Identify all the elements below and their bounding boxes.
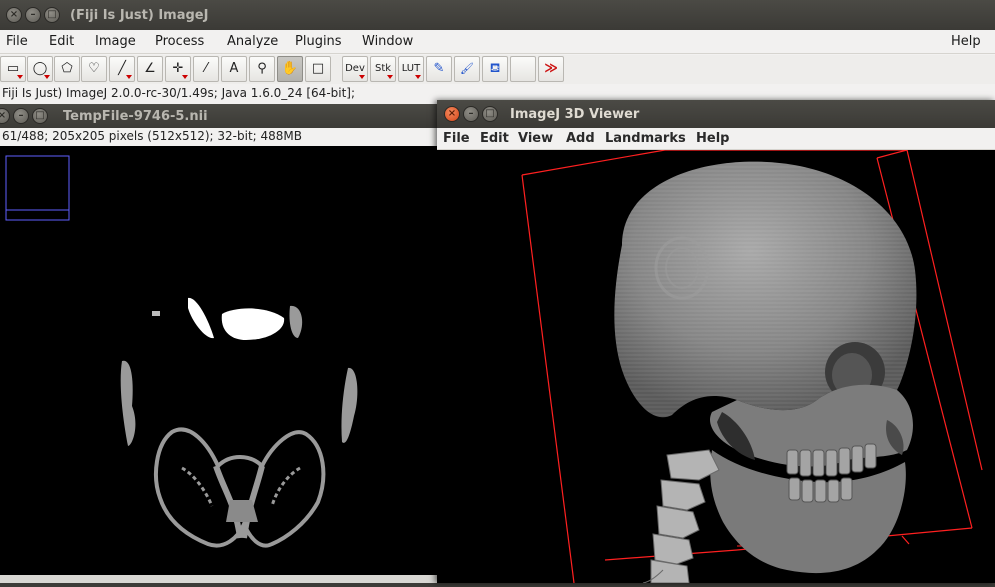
viewer-menu-file[interactable]: File (443, 131, 470, 146)
rectangle-tool[interactable]: ▭ (0, 56, 26, 82)
image-titlebar[interactable]: × – □ TempFile-9746-5.nii (0, 104, 440, 128)
point-tool[interactable]: ✛ (165, 56, 191, 82)
image-window: × – □ TempFile-9746-5.nii 61/488; 205x20… (0, 104, 440, 583)
viewer-menu-add[interactable]: Add (566, 131, 595, 146)
main-toolbar: ▭ ◯ ⬠ ♡ ╱ ∠ ✛ ⁄ A ⚲ ✋ □ Dev Stk LUT ✎ 🖌 … (0, 55, 995, 84)
viewer-menu-edit[interactable]: Edit (480, 131, 509, 146)
viewer-titlebar[interactable]: × – □ ImageJ 3D Viewer (437, 100, 995, 128)
brush-tool[interactable]: 🖌 (454, 56, 480, 82)
flood-fill-tool[interactable]: ⛾ (482, 56, 508, 82)
menu-process[interactable]: Process (155, 34, 204, 49)
menu-help[interactable]: Help (951, 34, 981, 49)
stk-tool[interactable]: Stk (370, 56, 396, 82)
text-tool[interactable]: A (221, 56, 247, 82)
3d-render-canvas[interactable]: 50 (437, 150, 995, 583)
magnifier-tool[interactable]: ⚲ (249, 56, 275, 82)
menu-image[interactable]: Image (95, 34, 136, 49)
minimize-icon[interactable]: – (463, 106, 479, 122)
close-icon[interactable]: × (6, 7, 22, 23)
imagej-main-window: × – □ (Fiji Is Just) ImageJ File Edit Im… (0, 0, 995, 104)
maximize-icon[interactable]: □ (482, 106, 498, 122)
empty-tool-slot[interactable] (510, 56, 536, 82)
color-picker-tool[interactable]: □ (305, 56, 331, 82)
image-info-bar: 61/488; 205x205 pixels (512x512); 32-bit… (0, 128, 440, 146)
close-icon[interactable]: × (444, 106, 460, 122)
viewer-menubar: File Edit View Add Landmarks Help (437, 128, 995, 150)
pencil-tool[interactable]: ✎ (426, 56, 452, 82)
main-menubar: File Edit Image Process Analyze Plugins … (0, 30, 995, 54)
more-tools-button[interactable]: ≫ (538, 56, 564, 82)
maximize-icon[interactable]: □ (44, 7, 60, 23)
hand-tool[interactable]: ✋ (277, 56, 303, 82)
line-tool[interactable]: ╱ (109, 56, 135, 82)
menu-edit[interactable]: Edit (49, 34, 74, 49)
viewer-menu-help[interactable]: Help (696, 131, 729, 146)
image-window-title: TempFile-9746-5.nii (63, 109, 208, 124)
lut-tool[interactable]: LUT (398, 56, 424, 82)
viewer-menu-landmarks[interactable]: Landmarks (605, 131, 686, 146)
angle-tool[interactable]: ∠ (137, 56, 163, 82)
viewer-window-title: ImageJ 3D Viewer (510, 107, 640, 122)
oval-tool[interactable]: ◯ (27, 56, 53, 82)
ct-slice-image (5, 155, 358, 548)
image-window-scrollbar[interactable] (0, 575, 440, 583)
main-window-title: (Fiji Is Just) ImageJ (70, 8, 209, 23)
menu-file[interactable]: File (6, 34, 28, 49)
3d-viewer-window: × – □ ImageJ 3D Viewer File Edit View Ad… (437, 100, 995, 583)
close-icon[interactable]: × (0, 108, 10, 124)
menu-analyze[interactable]: Analyze (227, 34, 278, 49)
dev-tool[interactable]: Dev (342, 56, 368, 82)
menu-plugins[interactable]: Plugins (295, 34, 342, 49)
wand-tool[interactable]: ⁄ (193, 56, 219, 82)
main-titlebar[interactable]: × – □ (Fiji Is Just) ImageJ (0, 0, 995, 30)
maximize-icon[interactable]: □ (32, 108, 48, 124)
cervical-spine (642, 449, 720, 583)
minimize-icon[interactable]: – (13, 108, 29, 124)
polygon-tool[interactable]: ⬠ (54, 56, 80, 82)
freehand-tool[interactable]: ♡ (81, 56, 107, 82)
image-canvas[interactable] (0, 146, 440, 583)
minimize-icon[interactable]: – (25, 7, 41, 23)
menu-window[interactable]: Window (362, 34, 413, 49)
viewer-menu-view[interactable]: View (518, 131, 553, 146)
skull-volume-render: 50 (521, 150, 983, 583)
